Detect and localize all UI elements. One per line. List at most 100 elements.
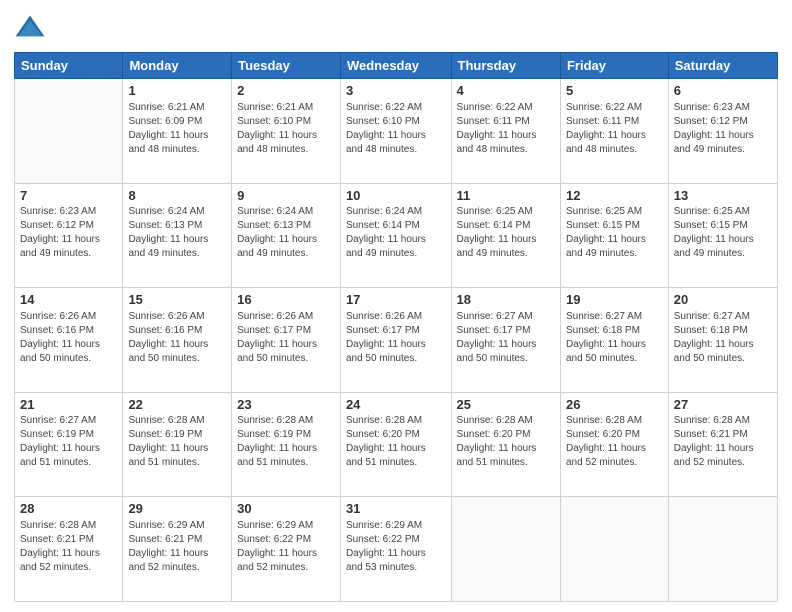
calendar-cell: 24Sunrise: 6:28 AM Sunset: 6:20 PM Dayli…	[340, 392, 451, 497]
day-info: Sunrise: 6:26 AM Sunset: 6:17 PM Dayligh…	[346, 310, 446, 366]
calendar-cell: 11Sunrise: 6:25 AM Sunset: 6:14 PM Dayli…	[451, 183, 560, 288]
day-info: Sunrise: 6:28 AM Sunset: 6:19 PM Dayligh…	[237, 414, 335, 470]
day-info: Sunrise: 6:29 AM Sunset: 6:21 PM Dayligh…	[128, 519, 226, 575]
day-info: Sunrise: 6:28 AM Sunset: 6:20 PM Dayligh…	[346, 414, 446, 470]
day-number: 17	[346, 291, 446, 309]
calendar-cell: 25Sunrise: 6:28 AM Sunset: 6:20 PM Dayli…	[451, 392, 560, 497]
calendar-cell: 18Sunrise: 6:27 AM Sunset: 6:17 PM Dayli…	[451, 288, 560, 393]
day-info: Sunrise: 6:24 AM Sunset: 6:13 PM Dayligh…	[237, 205, 335, 261]
day-info: Sunrise: 6:27 AM Sunset: 6:18 PM Dayligh…	[674, 310, 772, 366]
day-info: Sunrise: 6:21 AM Sunset: 6:10 PM Dayligh…	[237, 101, 335, 157]
calendar-cell: 13Sunrise: 6:25 AM Sunset: 6:15 PM Dayli…	[668, 183, 777, 288]
logo-icon	[14, 14, 46, 46]
day-number: 2	[237, 82, 335, 100]
day-info: Sunrise: 6:24 AM Sunset: 6:13 PM Dayligh…	[128, 205, 226, 261]
calendar-cell: 28Sunrise: 6:28 AM Sunset: 6:21 PM Dayli…	[15, 497, 123, 602]
day-info: Sunrise: 6:27 AM Sunset: 6:18 PM Dayligh…	[566, 310, 663, 366]
col-header-monday: Monday	[123, 53, 232, 79]
day-number: 14	[20, 291, 117, 309]
day-number: 18	[457, 291, 555, 309]
calendar-cell: 30Sunrise: 6:29 AM Sunset: 6:22 PM Dayli…	[232, 497, 341, 602]
calendar-cell: 8Sunrise: 6:24 AM Sunset: 6:13 PM Daylig…	[123, 183, 232, 288]
day-info: Sunrise: 6:23 AM Sunset: 6:12 PM Dayligh…	[20, 205, 117, 261]
day-number: 1	[128, 82, 226, 100]
calendar-cell: 26Sunrise: 6:28 AM Sunset: 6:20 PM Dayli…	[560, 392, 668, 497]
day-number: 23	[237, 396, 335, 414]
day-number: 12	[566, 187, 663, 205]
day-number: 7	[20, 187, 117, 205]
day-info: Sunrise: 6:25 AM Sunset: 6:14 PM Dayligh…	[457, 205, 555, 261]
calendar-cell: 2Sunrise: 6:21 AM Sunset: 6:10 PM Daylig…	[232, 79, 341, 184]
calendar-cell	[560, 497, 668, 602]
day-info: Sunrise: 6:25 AM Sunset: 6:15 PM Dayligh…	[674, 205, 772, 261]
calendar-cell: 6Sunrise: 6:23 AM Sunset: 6:12 PM Daylig…	[668, 79, 777, 184]
calendar-cell: 27Sunrise: 6:28 AM Sunset: 6:21 PM Dayli…	[668, 392, 777, 497]
day-info: Sunrise: 6:22 AM Sunset: 6:10 PM Dayligh…	[346, 101, 446, 157]
calendar-cell: 19Sunrise: 6:27 AM Sunset: 6:18 PM Dayli…	[560, 288, 668, 393]
calendar-cell: 31Sunrise: 6:29 AM Sunset: 6:22 PM Dayli…	[340, 497, 451, 602]
day-info: Sunrise: 6:26 AM Sunset: 6:16 PM Dayligh…	[128, 310, 226, 366]
week-row-0: 1Sunrise: 6:21 AM Sunset: 6:09 PM Daylig…	[15, 79, 778, 184]
day-number: 25	[457, 396, 555, 414]
day-info: Sunrise: 6:22 AM Sunset: 6:11 PM Dayligh…	[566, 101, 663, 157]
day-number: 13	[674, 187, 772, 205]
calendar-table: SundayMondayTuesdayWednesdayThursdayFrid…	[14, 52, 778, 602]
day-number: 3	[346, 82, 446, 100]
day-number: 28	[20, 500, 117, 518]
day-number: 8	[128, 187, 226, 205]
day-info: Sunrise: 6:27 AM Sunset: 6:17 PM Dayligh…	[457, 310, 555, 366]
day-number: 31	[346, 500, 446, 518]
calendar-cell	[668, 497, 777, 602]
calendar-cell: 1Sunrise: 6:21 AM Sunset: 6:09 PM Daylig…	[123, 79, 232, 184]
day-info: Sunrise: 6:28 AM Sunset: 6:19 PM Dayligh…	[128, 414, 226, 470]
col-header-sunday: Sunday	[15, 53, 123, 79]
day-info: Sunrise: 6:29 AM Sunset: 6:22 PM Dayligh…	[237, 519, 335, 575]
day-info: Sunrise: 6:28 AM Sunset: 6:21 PM Dayligh…	[20, 519, 117, 575]
day-info: Sunrise: 6:28 AM Sunset: 6:21 PM Dayligh…	[674, 414, 772, 470]
day-number: 30	[237, 500, 335, 518]
day-number: 20	[674, 291, 772, 309]
calendar-cell: 4Sunrise: 6:22 AM Sunset: 6:11 PM Daylig…	[451, 79, 560, 184]
day-info: Sunrise: 6:27 AM Sunset: 6:19 PM Dayligh…	[20, 414, 117, 470]
day-number: 29	[128, 500, 226, 518]
day-number: 4	[457, 82, 555, 100]
calendar-cell: 22Sunrise: 6:28 AM Sunset: 6:19 PM Dayli…	[123, 392, 232, 497]
calendar-cell: 29Sunrise: 6:29 AM Sunset: 6:21 PM Dayli…	[123, 497, 232, 602]
day-info: Sunrise: 6:22 AM Sunset: 6:11 PM Dayligh…	[457, 101, 555, 157]
col-header-friday: Friday	[560, 53, 668, 79]
calendar-header-row: SundayMondayTuesdayWednesdayThursdayFrid…	[15, 53, 778, 79]
day-number: 19	[566, 291, 663, 309]
calendar-cell: 5Sunrise: 6:22 AM Sunset: 6:11 PM Daylig…	[560, 79, 668, 184]
calendar-cell	[15, 79, 123, 184]
day-info: Sunrise: 6:26 AM Sunset: 6:17 PM Dayligh…	[237, 310, 335, 366]
calendar-cell: 16Sunrise: 6:26 AM Sunset: 6:17 PM Dayli…	[232, 288, 341, 393]
calendar-cell: 17Sunrise: 6:26 AM Sunset: 6:17 PM Dayli…	[340, 288, 451, 393]
day-number: 5	[566, 82, 663, 100]
col-header-tuesday: Tuesday	[232, 53, 341, 79]
col-header-saturday: Saturday	[668, 53, 777, 79]
page: SundayMondayTuesdayWednesdayThursdayFrid…	[0, 0, 792, 612]
day-number: 27	[674, 396, 772, 414]
calendar-cell: 3Sunrise: 6:22 AM Sunset: 6:10 PM Daylig…	[340, 79, 451, 184]
day-number: 9	[237, 187, 335, 205]
day-number: 24	[346, 396, 446, 414]
logo	[14, 14, 48, 46]
week-row-1: 7Sunrise: 6:23 AM Sunset: 6:12 PM Daylig…	[15, 183, 778, 288]
day-info: Sunrise: 6:21 AM Sunset: 6:09 PM Dayligh…	[128, 101, 226, 157]
day-number: 15	[128, 291, 226, 309]
day-info: Sunrise: 6:23 AM Sunset: 6:12 PM Dayligh…	[674, 101, 772, 157]
week-row-3: 21Sunrise: 6:27 AM Sunset: 6:19 PM Dayli…	[15, 392, 778, 497]
week-row-2: 14Sunrise: 6:26 AM Sunset: 6:16 PM Dayli…	[15, 288, 778, 393]
day-number: 21	[20, 396, 117, 414]
day-info: Sunrise: 6:28 AM Sunset: 6:20 PM Dayligh…	[566, 414, 663, 470]
col-header-thursday: Thursday	[451, 53, 560, 79]
day-number: 26	[566, 396, 663, 414]
calendar-cell: 15Sunrise: 6:26 AM Sunset: 6:16 PM Dayli…	[123, 288, 232, 393]
day-number: 22	[128, 396, 226, 414]
day-info: Sunrise: 6:26 AM Sunset: 6:16 PM Dayligh…	[20, 310, 117, 366]
week-row-4: 28Sunrise: 6:28 AM Sunset: 6:21 PM Dayli…	[15, 497, 778, 602]
col-header-wednesday: Wednesday	[340, 53, 451, 79]
calendar-cell: 12Sunrise: 6:25 AM Sunset: 6:15 PM Dayli…	[560, 183, 668, 288]
day-number: 6	[674, 82, 772, 100]
calendar-cell: 23Sunrise: 6:28 AM Sunset: 6:19 PM Dayli…	[232, 392, 341, 497]
